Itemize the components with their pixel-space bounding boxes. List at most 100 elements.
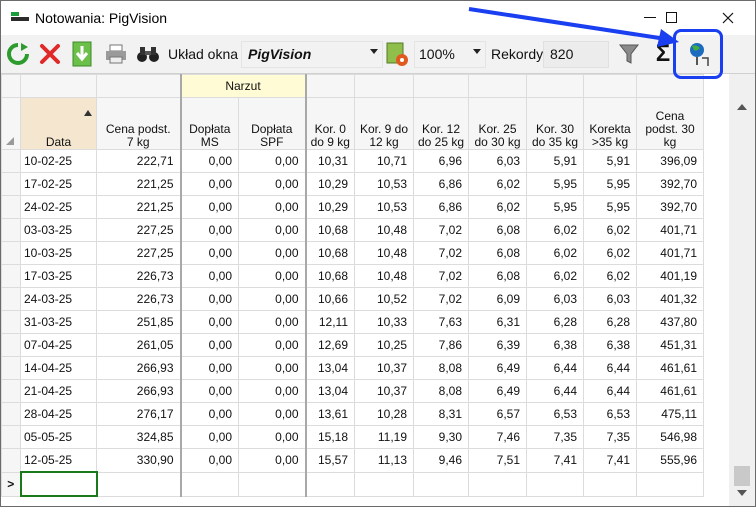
value-cell[interactable]: 6,02	[583, 264, 637, 288]
new-date-input[interactable]	[19, 471, 98, 497]
value-cell[interactable]: 0,00	[238, 264, 306, 288]
value-cell[interactable]: 6,28	[526, 310, 584, 334]
value-cell[interactable]: 0,00	[179, 310, 239, 334]
row-indicator[interactable]	[1, 310, 21, 334]
value-cell[interactable]: 6,03	[468, 149, 527, 173]
table-row[interactable]: 21-04-25 266,93 0,00 0,00 13,04 10,37 8,08 6,49…	[1, 379, 704, 403]
value-cell[interactable]: 437,80	[636, 310, 704, 334]
new-value-cell[interactable]	[354, 471, 414, 497]
value-cell[interactable]: 0,00	[238, 172, 306, 196]
column-header-surcharge-ms[interactable]: Dopłata MS	[179, 97, 239, 150]
value-cell[interactable]: 0,00	[238, 195, 306, 219]
date-cell[interactable]: 10-03-25	[20, 241, 97, 265]
value-cell[interactable]: 6,02	[583, 241, 637, 265]
value-cell[interactable]: 15,57	[304, 448, 355, 473]
scroll-up-icon[interactable]	[737, 104, 747, 110]
date-cell[interactable]: 17-03-25	[20, 264, 97, 288]
new-value-cell[interactable]	[583, 471, 637, 497]
value-cell[interactable]: 6,53	[526, 402, 584, 426]
new-record-row[interactable]: >	[1, 471, 704, 497]
value-cell[interactable]: 5,91	[583, 149, 637, 173]
value-cell[interactable]: 7,02	[413, 241, 469, 265]
select-all-corner[interactable]	[1, 97, 21, 150]
value-cell[interactable]: 276,17	[96, 402, 181, 426]
date-cell[interactable]: 03-03-25	[20, 218, 97, 242]
value-cell[interactable]: 7,02	[413, 218, 469, 242]
row-indicator[interactable]	[1, 379, 21, 403]
date-cell[interactable]: 12-05-25	[20, 448, 97, 473]
value-cell[interactable]: 226,73	[96, 287, 181, 311]
value-cell[interactable]: 6,44	[583, 379, 637, 403]
value-cell[interactable]: 0,00	[179, 195, 239, 219]
row-indicator[interactable]	[1, 149, 21, 173]
value-cell[interactable]: 0,00	[238, 241, 306, 265]
value-cell[interactable]: 0,00	[179, 448, 239, 473]
table-row[interactable]: 07-04-25 261,05 0,00 0,00 12,69 10,25 7,86 6,39…	[1, 333, 704, 357]
value-cell[interactable]: 0,00	[238, 379, 306, 403]
value-cell[interactable]: 10,48	[354, 218, 414, 242]
value-cell[interactable]: 7,46	[468, 425, 527, 449]
value-cell[interactable]: 0,00	[238, 356, 306, 380]
layout-settings-button[interactable]	[383, 39, 411, 69]
value-cell[interactable]: 6,49	[468, 356, 527, 380]
date-cell[interactable]: 17-02-25	[20, 172, 97, 196]
value-cell[interactable]: 392,70	[636, 172, 704, 196]
value-cell[interactable]: 461,61	[636, 379, 704, 403]
new-value-cell[interactable]	[413, 471, 469, 497]
value-cell[interactable]: 6,57	[468, 402, 527, 426]
value-cell[interactable]: 10,48	[354, 241, 414, 265]
value-cell[interactable]: 221,25	[96, 195, 181, 219]
value-cell[interactable]: 9,46	[413, 448, 469, 473]
value-cell[interactable]: 10,29	[304, 195, 355, 219]
value-cell[interactable]: 13,04	[304, 379, 355, 403]
value-cell[interactable]: 6,86	[413, 172, 469, 196]
value-cell[interactable]: 5,95	[583, 195, 637, 219]
value-cell[interactable]: 10,33	[354, 310, 414, 334]
value-cell[interactable]: 251,85	[96, 310, 181, 334]
value-cell[interactable]: 227,25	[96, 218, 181, 242]
row-indicator[interactable]	[1, 402, 21, 426]
column-header-surcharge-spf[interactable]: Dopłata SPF	[238, 97, 306, 150]
date-cell[interactable]: 07-04-25	[20, 333, 97, 357]
value-cell[interactable]: 0,00	[238, 149, 306, 173]
column-header-kor-25-30[interactable]: Kor. 25 do 30 kg	[468, 97, 527, 150]
date-cell[interactable]: 10-02-25	[20, 149, 97, 173]
delete-button[interactable]	[36, 39, 64, 69]
value-cell[interactable]: 5,95	[583, 172, 637, 196]
value-cell[interactable]: 7,86	[413, 333, 469, 357]
date-cell[interactable]: 14-04-25	[20, 356, 97, 380]
value-cell[interactable]: 10,68	[304, 218, 355, 242]
value-cell[interactable]: 555,96	[636, 448, 704, 473]
value-cell[interactable]: 10,66	[304, 287, 355, 311]
value-cell[interactable]: 7,51	[468, 448, 527, 473]
value-cell[interactable]: 7,41	[526, 448, 584, 473]
value-cell[interactable]: 7,02	[413, 287, 469, 311]
new-value-cell[interactable]	[468, 471, 527, 497]
value-cell[interactable]: 10,37	[354, 379, 414, 403]
value-cell[interactable]: 401,19	[636, 264, 704, 288]
value-cell[interactable]: 10,52	[354, 287, 414, 311]
new-value-cell[interactable]	[526, 471, 584, 497]
value-cell[interactable]: 11,19	[354, 425, 414, 449]
row-indicator[interactable]	[1, 287, 21, 311]
value-cell[interactable]: 0,00	[238, 218, 306, 242]
download-button[interactable]	[68, 39, 96, 69]
value-cell[interactable]: 13,04	[304, 356, 355, 380]
value-cell[interactable]: 6,02	[468, 172, 527, 196]
row-indicator[interactable]	[1, 356, 21, 380]
value-cell[interactable]: 7,63	[413, 310, 469, 334]
column-header-date[interactable]: Data	[20, 97, 97, 150]
row-indicator[interactable]	[1, 333, 21, 357]
value-cell[interactable]: 221,25	[96, 172, 181, 196]
value-cell[interactable]: 396,09	[636, 149, 704, 173]
value-cell[interactable]: 9,30	[413, 425, 469, 449]
value-cell[interactable]: 6,03	[583, 287, 637, 311]
date-cell[interactable]: 24-03-25	[20, 287, 97, 311]
scroll-down-icon[interactable]	[737, 490, 747, 496]
value-cell[interactable]: 6,03	[526, 287, 584, 311]
value-cell[interactable]: 11,13	[354, 448, 414, 473]
new-value-cell[interactable]	[636, 471, 704, 497]
value-cell[interactable]: 6,02	[526, 218, 584, 242]
value-cell[interactable]: 0,00	[179, 402, 239, 426]
value-cell[interactable]: 7,02	[413, 264, 469, 288]
